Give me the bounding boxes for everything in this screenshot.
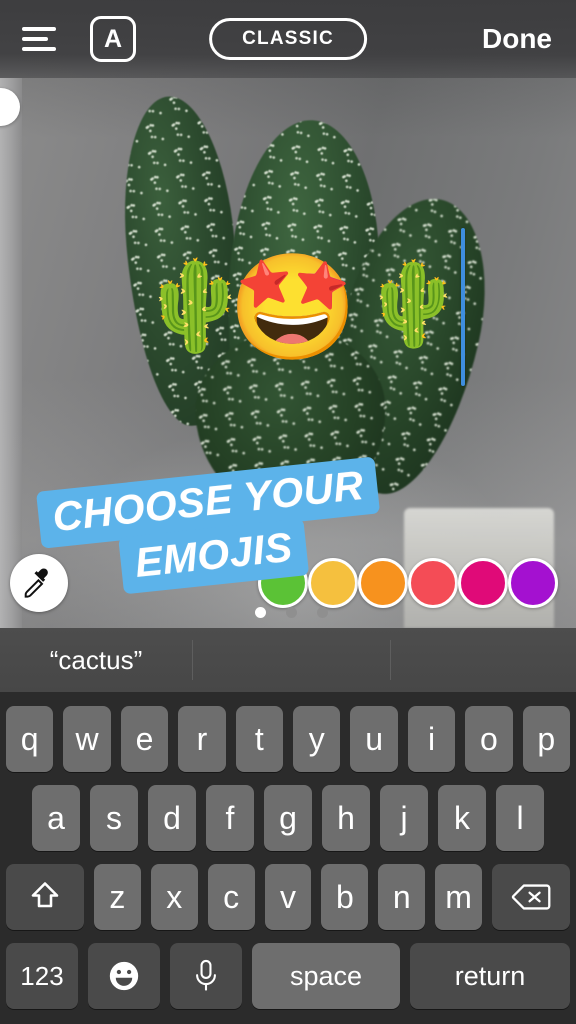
- emoji-face-icon: [109, 961, 139, 991]
- font-name-label: CLASSIC: [242, 28, 334, 49]
- font-selector-pill[interactable]: CLASSIC: [209, 18, 367, 60]
- color-swatch-green[interactable]: [258, 558, 308, 608]
- top-toolbar: A CLASSIC Done: [0, 0, 576, 78]
- key-e[interactable]: e: [120, 706, 169, 772]
- color-picker-bar: [0, 552, 576, 614]
- keyboard-row-2: a s d f g h j k l: [0, 785, 576, 851]
- keyboard-row-4: 123 space return: [0, 943, 576, 1009]
- color-page-dots[interactable]: [255, 607, 328, 618]
- key-g[interactable]: g: [264, 785, 312, 851]
- numbers-key[interactable]: 123: [6, 943, 78, 1009]
- key-n[interactable]: n: [378, 864, 426, 930]
- key-h[interactable]: h: [322, 785, 370, 851]
- key-l[interactable]: l: [496, 785, 544, 851]
- color-swatch-purple[interactable]: [508, 558, 558, 608]
- key-v[interactable]: v: [264, 864, 312, 930]
- key-q[interactable]: q: [5, 706, 54, 772]
- text-style-label: A: [103, 24, 123, 53]
- suggestion-item[interactable]: “cactus”: [0, 628, 192, 692]
- keyboard-row-1: q w e r t y u i o p: [0, 706, 576, 772]
- color-swatch-orange[interactable]: [358, 558, 408, 608]
- shift-arrow-icon: [31, 882, 59, 908]
- key-z[interactable]: z: [94, 864, 141, 930]
- key-w[interactable]: w: [63, 706, 111, 772]
- backspace-icon: [511, 884, 551, 910]
- text-align-icon[interactable]: [22, 24, 60, 54]
- eyedropper-button[interactable]: [10, 554, 68, 612]
- key-b[interactable]: b: [321, 864, 369, 930]
- keyboard-row-3: z x c v b n m: [0, 864, 576, 930]
- key-a[interactable]: a: [32, 785, 80, 851]
- key-m[interactable]: m: [435, 864, 483, 930]
- text-caret: [461, 228, 465, 386]
- color-swatch-red[interactable]: [408, 558, 458, 608]
- key-u[interactable]: u: [350, 706, 398, 772]
- story-editor-screen: 🌵 🤩 🌵 A CLASSIC Done CHOOSE YOUR EMOJIS: [0, 0, 576, 1024]
- key-c[interactable]: c: [207, 864, 255, 930]
- cactus-emoji-right[interactable]: 🌵: [362, 264, 464, 346]
- color-swatch-yellow[interactable]: [308, 558, 358, 608]
- key-s[interactable]: s: [90, 785, 138, 851]
- star-struck-emoji[interactable]: 🤩: [228, 256, 358, 360]
- eyedropper-icon: [24, 568, 48, 598]
- page-dot[interactable]: [286, 607, 297, 618]
- shift-key[interactable]: [6, 864, 84, 930]
- space-key[interactable]: space: [252, 943, 400, 1009]
- key-x[interactable]: x: [150, 864, 198, 930]
- key-i[interactable]: i: [407, 706, 456, 772]
- dictation-key[interactable]: [170, 943, 242, 1009]
- key-o[interactable]: o: [465, 706, 513, 772]
- emoji-key[interactable]: [88, 943, 160, 1009]
- suggestion-item[interactable]: [390, 628, 576, 692]
- key-k[interactable]: k: [438, 785, 486, 851]
- key-j[interactable]: j: [380, 785, 428, 851]
- key-t[interactable]: t: [235, 706, 283, 772]
- photo-canvas[interactable]: 🌵 🤩 🌵: [0, 0, 576, 628]
- done-button[interactable]: Done: [482, 23, 552, 55]
- key-r[interactable]: r: [178, 706, 226, 772]
- suggestion-item[interactable]: [192, 628, 390, 692]
- key-y[interactable]: y: [293, 706, 341, 772]
- page-dot[interactable]: [317, 607, 328, 618]
- wall-edge: [0, 78, 22, 628]
- key-p[interactable]: p: [522, 706, 571, 772]
- key-f[interactable]: f: [206, 785, 254, 851]
- microphone-icon: [196, 959, 216, 991]
- color-swatch-magenta[interactable]: [458, 558, 508, 608]
- onscreen-keyboard: “cactus” q w e r t y u i o p a s d f g h…: [0, 628, 576, 1024]
- key-d[interactable]: d: [148, 785, 196, 851]
- backspace-key[interactable]: [492, 864, 571, 930]
- return-key[interactable]: return: [410, 943, 570, 1009]
- suggestion-bar: “cactus”: [0, 628, 576, 692]
- page-dot[interactable]: [255, 607, 266, 618]
- text-style-button[interactable]: A: [90, 16, 136, 62]
